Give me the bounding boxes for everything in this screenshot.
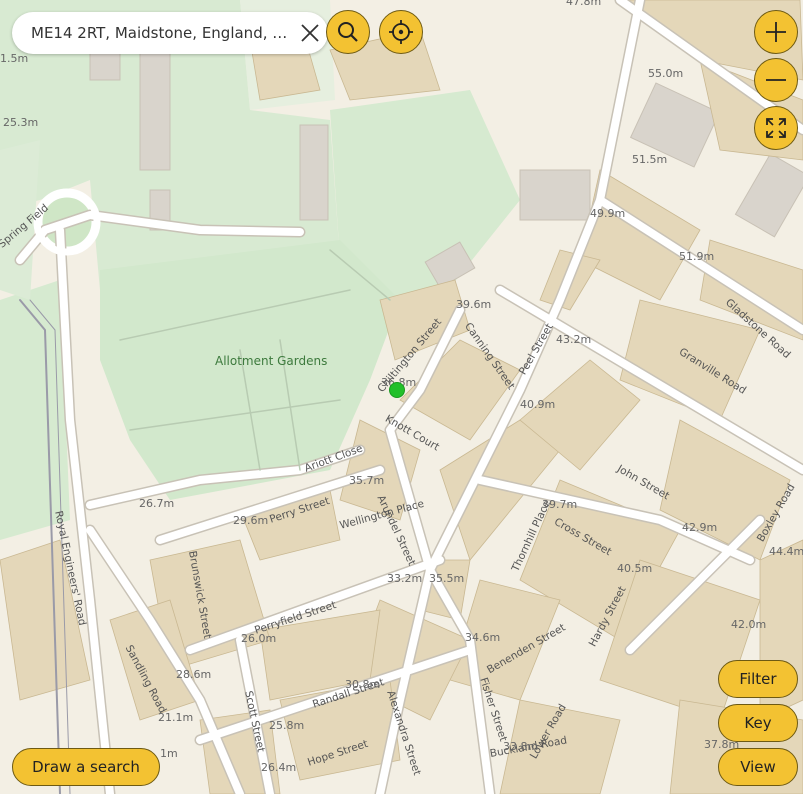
view-button[interactable]: View (718, 748, 798, 786)
expand-icon (766, 118, 786, 138)
filter-button[interactable]: Filter (718, 660, 798, 698)
map-tiles (0, 0, 803, 794)
draw-search-button[interactable]: Draw a search (12, 748, 160, 786)
map-canvas[interactable]: Allotment Gardens Spring Field Royal Eng… (0, 0, 803, 794)
fullscreen-button[interactable] (754, 106, 798, 150)
zoom-in-button[interactable] (754, 10, 798, 54)
clear-search-button[interactable] (298, 21, 322, 45)
plus-icon (766, 22, 786, 42)
current-location-marker[interactable] (389, 382, 405, 398)
minus-icon (766, 79, 786, 81)
key-button[interactable]: Key (718, 704, 798, 742)
search-bar (12, 12, 328, 54)
search-button[interactable] (326, 10, 370, 54)
zoom-out-button[interactable] (754, 58, 798, 102)
close-icon (301, 24, 319, 42)
search-input[interactable] (31, 24, 291, 42)
crosshair-icon (389, 20, 413, 44)
locate-me-button[interactable] (379, 10, 423, 54)
search-icon (338, 22, 358, 42)
